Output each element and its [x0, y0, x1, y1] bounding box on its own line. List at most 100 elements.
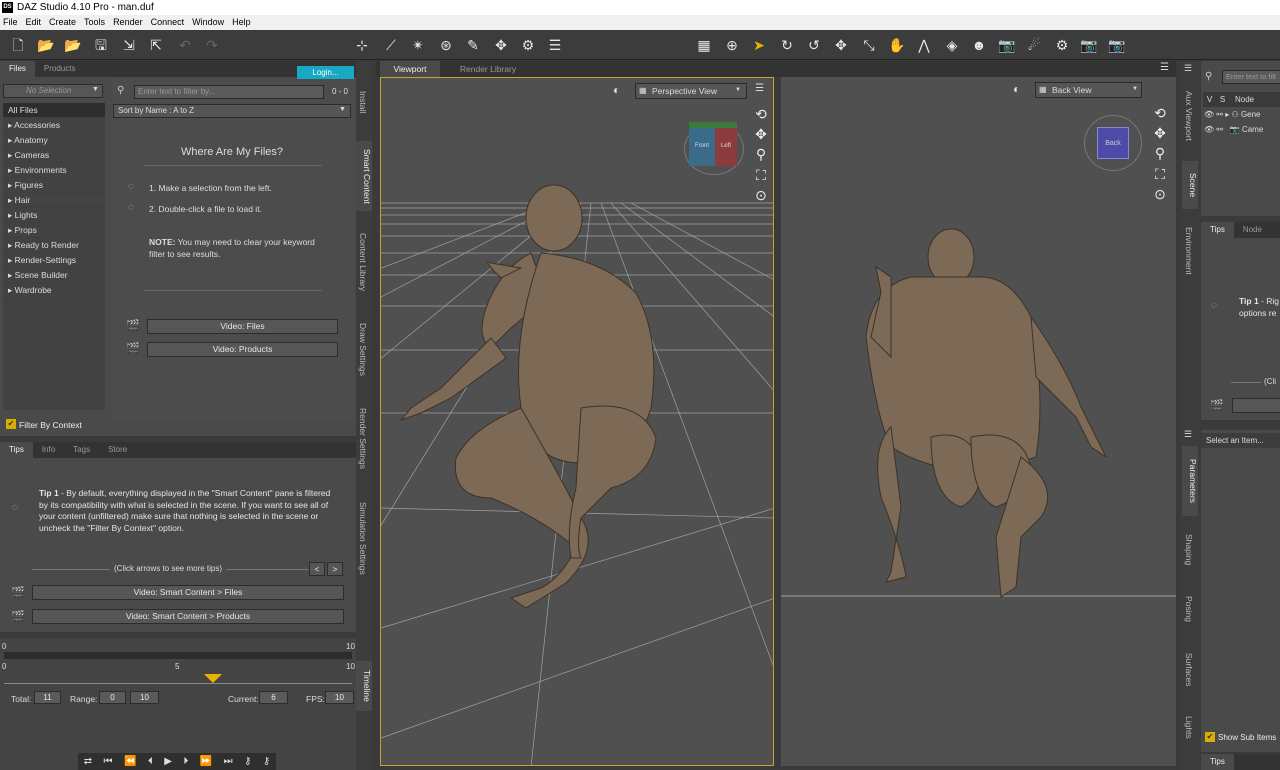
playhead[interactable]: [203, 674, 222, 683]
node-selection-icon[interactable]: ▦: [694, 35, 714, 55]
save-icon[interactable]: 🖫: [91, 35, 111, 55]
redo-icon[interactable]: ↷: [202, 35, 222, 55]
tab-smart-content[interactable]: Smart Content: [356, 141, 372, 211]
geometry-editor-icon[interactable]: ⊛: [436, 35, 456, 55]
universal-tool-icon[interactable]: ⊕: [722, 35, 742, 55]
category-ready-to-render[interactable]: ▸ Ready to Render: [3, 238, 105, 253]
figure-icon[interactable]: ☻: [969, 35, 989, 55]
tab-install[interactable]: Install: [358, 91, 368, 113]
create-node-icon[interactable]: ⊹: [352, 35, 372, 55]
category-lights[interactable]: ▸ Lights: [3, 208, 105, 223]
tab-tips-bottom[interactable]: Tips: [1201, 754, 1234, 770]
scene-filter-input[interactable]: Enter text to filt: [1222, 70, 1280, 84]
tab-render-library[interactable]: Render Library: [448, 61, 528, 77]
select-item-dropdown[interactable]: Select an Item...: [1201, 433, 1280, 448]
surface-selection-icon[interactable]: ◈: [942, 35, 962, 55]
tab-node[interactable]: Node: [1234, 222, 1271, 238]
pan-icon[interactable]: ✥: [752, 125, 770, 143]
tab-draw-settings[interactable]: Draw Settings: [358, 323, 368, 376]
render-camera-icon[interactable]: 📷: [1079, 35, 1099, 55]
back-viewport[interactable]: Back View ▦ ▼ ◐ Back ⟲ ✥ ⚲ ⛶ ⊙: [781, 77, 1176, 766]
login-button[interactable]: Login...: [297, 66, 354, 80]
orbit-icon[interactable]: ⟲: [1151, 104, 1169, 122]
total-field[interactable]: 11: [34, 691, 61, 704]
active-pose-icon[interactable]: ✋: [887, 35, 907, 55]
tab-content-library[interactable]: Content Library: [358, 233, 368, 291]
next-key-icon[interactable]: ⏩: [200, 756, 212, 767]
tab-render-settings[interactable]: Render Settings: [358, 408, 368, 469]
view-cube-left[interactable]: Left: [715, 126, 737, 166]
joint-tool-icon[interactable]: ⋀: [914, 35, 934, 55]
add-key-icon[interactable]: ⚷: [244, 756, 251, 767]
scale-icon[interactable]: ⤡: [859, 35, 879, 55]
category-all-files[interactable]: All Files: [3, 103, 105, 118]
tab-shaping[interactable]: Shaping: [1184, 534, 1194, 565]
tab-lights[interactable]: Lights: [1184, 716, 1194, 739]
tab-products[interactable]: Products: [35, 61, 85, 77]
filter-context-checkbox[interactable]: ✔: [6, 419, 16, 429]
sort-dropdown[interactable]: Sort by Name : A to Z: [113, 104, 351, 118]
menu-render[interactable]: Render: [113, 15, 143, 30]
panel-layout-icon[interactable]: ☰: [545, 35, 565, 55]
loop-icon[interactable]: ⇄: [84, 756, 92, 767]
view-cube-back[interactable]: Back: [1097, 127, 1129, 159]
menu-create[interactable]: Create: [49, 15, 76, 30]
spotlight-icon[interactable]: ✴: [408, 35, 428, 55]
category-anatomy[interactable]: ▸ Anatomy: [3, 133, 105, 148]
menu-connect[interactable]: Connect: [151, 15, 185, 30]
category-figures[interactable]: ▸ Figures: [3, 178, 105, 193]
tab-store[interactable]: Store: [99, 442, 136, 458]
spotlight-tool-icon[interactable]: ☄: [1024, 35, 1044, 55]
view-dropdown-back[interactable]: Back View: [1035, 82, 1142, 98]
next-tip-button[interactable]: >: [327, 562, 343, 576]
category-cameras[interactable]: ▸ Cameras: [3, 148, 105, 163]
undo-icon[interactable]: ↶: [175, 35, 195, 55]
tab-tips[interactable]: Tips: [0, 442, 33, 458]
tab-aux-viewport[interactable]: Aux Viewport: [1184, 91, 1194, 141]
export-icon[interactable]: ⇱: [146, 35, 166, 55]
zoom-icon[interactable]: ⚲: [752, 145, 770, 163]
range-track[interactable]: [4, 652, 352, 659]
transform-tool-icon[interactable]: ✥: [491, 35, 511, 55]
range-start-field[interactable]: 0: [99, 691, 126, 704]
time-ruler[interactable]: [4, 672, 352, 684]
panel-menu-icon[interactable]: ☰: [1184, 429, 1192, 440]
tab-files[interactable]: Files: [0, 61, 35, 77]
category-hair[interactable]: ▸ Hair: [3, 193, 105, 208]
reset-view-icon[interactable]: ⊙: [752, 186, 770, 204]
step-back-icon[interactable]: ⏴: [148, 756, 153, 767]
frame-icon[interactable]: ⛶: [1151, 165, 1169, 183]
last-key-icon[interactable]: ⏭: [224, 756, 233, 767]
video-files-button[interactable]: Video: Files: [147, 319, 338, 334]
category-props[interactable]: ▸ Props: [3, 223, 105, 238]
first-key-icon[interactable]: ⏮: [104, 756, 113, 767]
menu-edit[interactable]: Edit: [26, 15, 42, 30]
selection-dropdown[interactable]: No Selection: [3, 84, 103, 98]
open-file-icon[interactable]: 📂: [36, 35, 56, 55]
frame-icon[interactable]: ⛶: [752, 166, 770, 184]
merge-file-icon[interactable]: 📂: [63, 35, 83, 55]
tab-environment[interactable]: Environment: [1184, 227, 1194, 275]
fps-field[interactable]: 10: [325, 691, 354, 704]
category-scene-builder[interactable]: ▸ Scene Builder: [3, 268, 105, 283]
play-icon[interactable]: ▶: [164, 756, 172, 767]
menu-file[interactable]: File: [3, 15, 18, 30]
reset-view-icon[interactable]: ⊙: [1151, 185, 1169, 203]
menu-window[interactable]: Window: [192, 15, 224, 30]
video-products-button[interactable]: Video: Products: [147, 342, 338, 357]
joint-editor-icon[interactable]: ⟋: [381, 35, 401, 55]
tab-timeline[interactable]: Timeline: [356, 661, 372, 711]
current-field[interactable]: 6: [259, 691, 288, 704]
tab-info[interactable]: Info: [33, 442, 64, 458]
tab-tips[interactable]: Tips: [1201, 222, 1234, 238]
panel-menu-icon[interactable]: ☰: [1184, 63, 1192, 74]
edit-tool-icon[interactable]: ✎: [463, 35, 483, 55]
filter-input[interactable]: Enter text to filter by...: [134, 85, 324, 99]
tab-viewport[interactable]: Viewport: [380, 61, 440, 77]
tab-surfaces[interactable]: Surfaces: [1184, 653, 1194, 687]
prev-tip-button[interactable]: <: [309, 562, 325, 576]
tab-tags[interactable]: Tags: [64, 442, 99, 458]
rotate-icon[interactable]: ↻: [777, 35, 797, 55]
geometry-sculptor-icon[interactable]: ⚙: [518, 35, 538, 55]
show-sub-items-checkbox[interactable]: ✔: [1205, 732, 1215, 742]
